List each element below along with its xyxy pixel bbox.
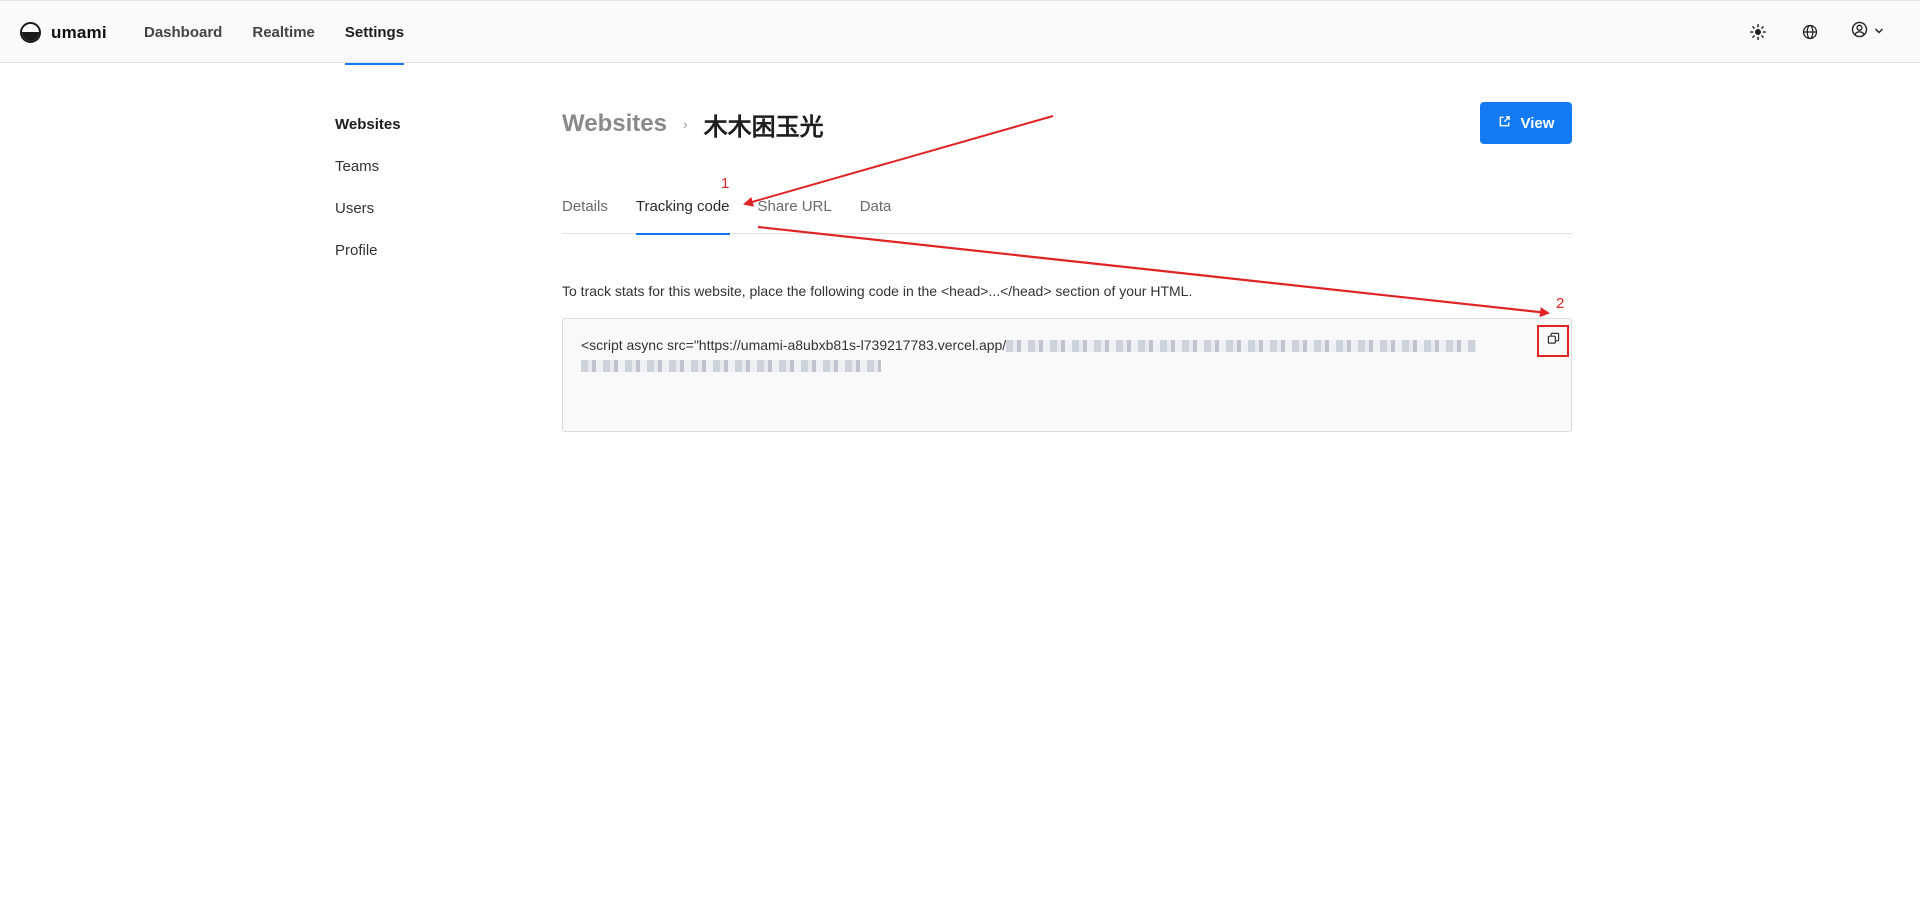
chevron-down-icon [1874,23,1884,41]
nav-dashboard[interactable]: Dashboard [144,1,222,64]
user-circle-icon [1851,21,1868,43]
redacted-code-segment [581,360,881,373]
tracking-description: To track stats for this website, place t… [562,283,1193,299]
breadcrumb: Websites › 木木困玉光 [562,100,1572,148]
sun-icon[interactable] [1747,21,1769,43]
page-title: 木木困玉光 [703,113,824,141]
settings-sidebar: Websites Teams Users Profile [335,108,515,276]
main-nav: Dashboard Realtime Settings [144,1,434,65]
tracking-code-content: <script async src="https://umami-a8ubxb8… [581,335,1511,375]
tab-data[interactable]: Data [860,199,892,234]
globe-icon[interactable] [1799,21,1821,43]
sidebar-item-teams[interactable]: Teams [335,150,515,192]
tab-share-url[interactable]: Share URL [758,199,832,234]
nav-realtime[interactable]: Realtime [252,1,315,64]
main-content: Websites › 木木困玉光 View Details Tracking c… [562,100,1572,432]
nav-settings[interactable]: Settings [344,1,405,65]
view-button[interactable]: View [1480,102,1572,144]
sidebar-item-users[interactable]: Users [335,192,515,234]
umami-logo-icon [20,22,41,43]
header-actions [1747,21,1884,43]
profile-menu[interactable] [1851,21,1884,43]
sidebar-item-profile[interactable]: Profile [335,234,515,276]
annotation-label-1: 1 [721,175,730,192]
view-button-label: View [1520,114,1555,132]
breadcrumb-separator-icon: › [682,116,688,132]
external-link-icon [1498,115,1511,132]
app-name: umami [51,22,107,42]
website-tabs: Details Tracking code Share URL Data [562,199,1572,235]
tab-details[interactable]: Details [562,199,608,234]
redacted-code-segment [1006,340,1477,353]
copy-button[interactable] [1537,325,1569,357]
annotation-label-2: 2 [1556,295,1565,312]
copy-icon [1547,332,1560,350]
tab-tracking-code[interactable]: Tracking code [635,199,730,235]
tracking-code-prefix: <script async src="https://umami-a8ubxb8… [581,337,1007,353]
annotation-arrow-2 [757,225,1550,318]
breadcrumb-websites-link[interactable]: Websites [562,110,667,138]
app-logo[interactable]: umami [20,22,107,43]
top-navbar: umami Dashboard Realtime Settings [0,0,1920,65]
tracking-code-textarea[interactable]: <script async src="https://umami-a8ubxb8… [562,318,1572,432]
sidebar-item-websites[interactable]: Websites [335,108,515,150]
